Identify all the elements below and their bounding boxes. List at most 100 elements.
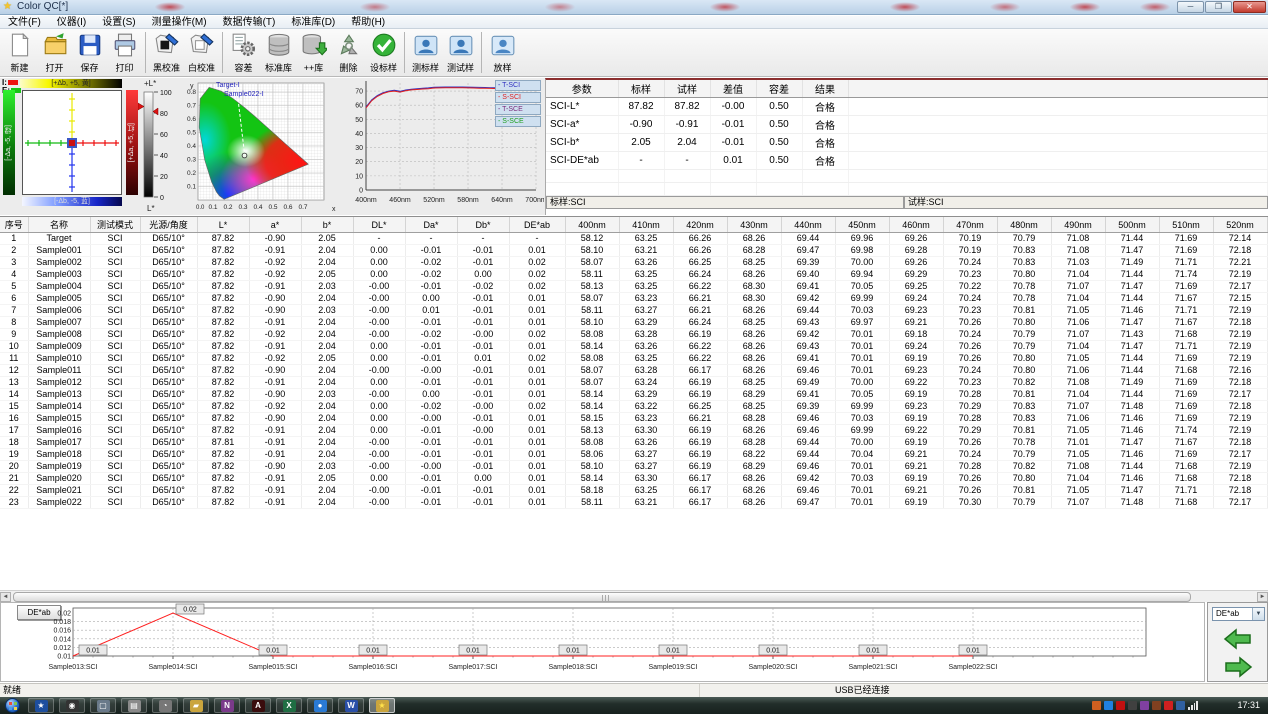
table-row[interactable]: 14Sample013SCID65/10°87.82-0.902.03-0.00… [0, 389, 1268, 401]
table-row[interactable]: 17Sample016SCID65/10°87.82-0.912.040.00-… [0, 425, 1268, 437]
sync-tray-icon[interactable] [1164, 701, 1173, 710]
table-row[interactable]: 22Sample021SCID65/10°87.82-0.912.04-0.00… [0, 485, 1268, 497]
menu-item-6[interactable]: 标准库(D) [283, 16, 343, 29]
++库-button[interactable]: ++库 [296, 29, 331, 76]
column-header[interactable]: 520nm [1213, 217, 1267, 233]
legend-S-SCI[interactable]: - S-SCI [495, 92, 541, 103]
黑校准-button[interactable]: 黑校准 [149, 29, 184, 76]
column-header[interactable]: a* [249, 217, 301, 233]
保存-button[interactable]: 保存 [72, 29, 107, 76]
pinned-star-app-icon[interactable]: ★ [28, 698, 54, 713]
容差-button[interactable]: 容差 [226, 29, 261, 76]
column-header[interactable]: 510nm [1159, 217, 1213, 233]
menu-item-5[interactable]: 数据传输(T) [215, 16, 284, 29]
legend-S-SCE[interactable]: - S-SCE [495, 116, 541, 127]
menu-item-2[interactable]: 仪器(I) [49, 16, 94, 29]
params-row[interactable]: SCI-L*87.8287.82-0.000.50合格 [546, 98, 1268, 116]
title-bar[interactable]: ★ Color QC[*] ─ ❐ ✕ [0, 0, 1268, 15]
column-header[interactable]: 420nm [673, 217, 727, 233]
update-tray-icon[interactable] [1092, 701, 1101, 710]
column-header[interactable]: 450nm [835, 217, 889, 233]
table-row[interactable]: 7Sample006SCID65/10°87.82-0.902.03-0.000… [0, 305, 1268, 317]
column-header[interactable]: 名称 [28, 217, 90, 233]
column-header[interactable]: DE*ab [509, 217, 565, 233]
column-header[interactable]: 测试模式 [90, 217, 140, 233]
table-row[interactable]: 15Sample014SCID65/10°87.82-0.922.040.00-… [0, 401, 1268, 413]
color-wheel-app-icon[interactable]: ◉ [59, 698, 85, 713]
table-row[interactable]: 3Sample002SCID65/10°87.82-0.922.040.00-0… [0, 257, 1268, 269]
legend-T-SCI[interactable]: - T-SCI [495, 80, 541, 91]
column-header[interactable]: 430nm [727, 217, 781, 233]
trend-metric-select[interactable]: DE*ab ▼ [1212, 607, 1265, 621]
table-row[interactable]: 21Sample020SCID65/10°87.82-0.912.050.00-… [0, 473, 1268, 485]
media-app-icon[interactable]: ◔ [152, 698, 178, 713]
column-header[interactable]: 480nm [997, 217, 1051, 233]
security-tray-icon[interactable] [1152, 701, 1161, 710]
column-header[interactable]: 410nm [619, 217, 673, 233]
column-header[interactable]: 470nm [943, 217, 997, 233]
白校准-button[interactable]: 白校准 [184, 29, 219, 76]
column-header[interactable]: 460nm [889, 217, 943, 233]
table-row[interactable]: 18Sample017SCID65/10°87.81-0.912.04-0.00… [0, 437, 1268, 449]
display-tray-icon[interactable] [1176, 701, 1185, 710]
acrobat-icon[interactable]: A [245, 698, 271, 713]
scroll-right-arrow[interactable]: ► [1257, 592, 1268, 602]
word-icon[interactable]: W [338, 698, 364, 713]
excel-icon[interactable]: X [276, 698, 302, 713]
scroll-left-arrow[interactable]: ◄ [0, 592, 11, 602]
table-row[interactable]: 20Sample019SCID65/10°87.82-0.902.03-0.00… [0, 461, 1268, 473]
测标样-button[interactable]: 测标样 [408, 29, 443, 76]
acrobat-tray-icon[interactable] [1116, 701, 1125, 710]
table-row[interactable]: 19Sample018SCID65/10°87.82-0.912.04-0.00… [0, 449, 1268, 461]
column-header[interactable]: 500nm [1105, 217, 1159, 233]
volume-tray-icon[interactable] [1128, 701, 1137, 710]
taskbar-clock[interactable]: 17:31 [1237, 697, 1260, 714]
table-row[interactable]: 8Sample007SCID65/10°87.82-0.912.04-0.00-… [0, 317, 1268, 329]
onenote-icon[interactable]: N [214, 698, 240, 713]
display-app-icon[interactable]: ▢ [90, 698, 116, 713]
ime-tray-icon[interactable] [1140, 701, 1149, 710]
table-row[interactable]: 11Sample010SCID65/10°87.82-0.922.050.00-… [0, 353, 1268, 365]
标准库-button[interactable]: 标准库 [261, 29, 296, 76]
next-page-button[interactable] [1222, 655, 1254, 679]
params-row[interactable]: SCI-DE*ab--0.010.50合格 [546, 152, 1268, 170]
explorer-icon[interactable]: ▰ [183, 698, 209, 713]
table-row[interactable]: 9Sample008SCID65/10°87.82-0.922.04-0.00-… [0, 329, 1268, 341]
params-row[interactable]: SCI-b*2.052.04-0.010.50合格 [546, 134, 1268, 152]
column-header[interactable]: 光源/角度 [140, 217, 197, 233]
column-header[interactable]: 400nm [565, 217, 619, 233]
browser-icon[interactable]: ● [307, 698, 333, 713]
新建-button[interactable]: 新建 [2, 29, 37, 76]
table-row[interactable]: 2Sample001SCID65/10°87.82-0.912.040.00-0… [0, 245, 1268, 257]
打开-button[interactable]: 打开 [37, 29, 72, 76]
column-header[interactable]: Da* [405, 217, 457, 233]
table-row[interactable]: 1TargetSCID65/10°87.82-0.902.05----58.12… [0, 233, 1268, 245]
column-header[interactable]: 490nm [1051, 217, 1105, 233]
table-row[interactable]: 10Sample009SCID65/10°87.82-0.912.040.00-… [0, 341, 1268, 353]
table-row[interactable]: 23Sample022SCID65/10°87.82-0.912.04-0.00… [0, 497, 1268, 509]
table-row[interactable]: 13Sample012SCID65/10°87.82-0.912.040.00-… [0, 377, 1268, 389]
measurement-table-container[interactable]: 序号名称测试模式光源/角度L*a*b*DL*Da*Db*DE*ab400nm41… [0, 216, 1268, 590]
table-row[interactable]: 5Sample004SCID65/10°87.82-0.912.03-0.00-… [0, 281, 1268, 293]
close-button[interactable]: ✕ [1233, 1, 1266, 13]
menu-item-1[interactable]: 文件(F) [0, 16, 49, 29]
column-header[interactable]: Db* [457, 217, 509, 233]
start-button[interactable] [5, 698, 20, 713]
menu-item-3[interactable]: 设置(S) [94, 16, 143, 29]
previous-page-button[interactable] [1222, 627, 1254, 651]
browser-tray-icon[interactable] [1104, 701, 1113, 710]
params-row[interactable]: SCI-a*-0.90-0.91-0.010.50合格 [546, 116, 1268, 134]
删除-button[interactable]: 删除 [331, 29, 366, 76]
column-header[interactable]: 440nm [781, 217, 835, 233]
打印-button[interactable]: 打印 [107, 29, 142, 76]
column-header[interactable]: 序号 [0, 217, 28, 233]
测试样-button[interactable]: 测试样 [443, 29, 478, 76]
colorqc-app-icon[interactable]: ★ [369, 698, 395, 713]
table-row[interactable]: 6Sample005SCID65/10°87.82-0.902.04-0.000… [0, 293, 1268, 305]
calculator-app-icon[interactable]: ▤ [121, 698, 147, 713]
menu-item-4[interactable]: 测量操作(M) [144, 16, 215, 29]
network-icon[interactable] [1188, 701, 1198, 710]
legend-T-SCE[interactable]: - T-SCE [495, 104, 541, 115]
restore-button[interactable]: ❐ [1205, 1, 1232, 13]
minimize-button[interactable]: ─ [1177, 1, 1204, 13]
